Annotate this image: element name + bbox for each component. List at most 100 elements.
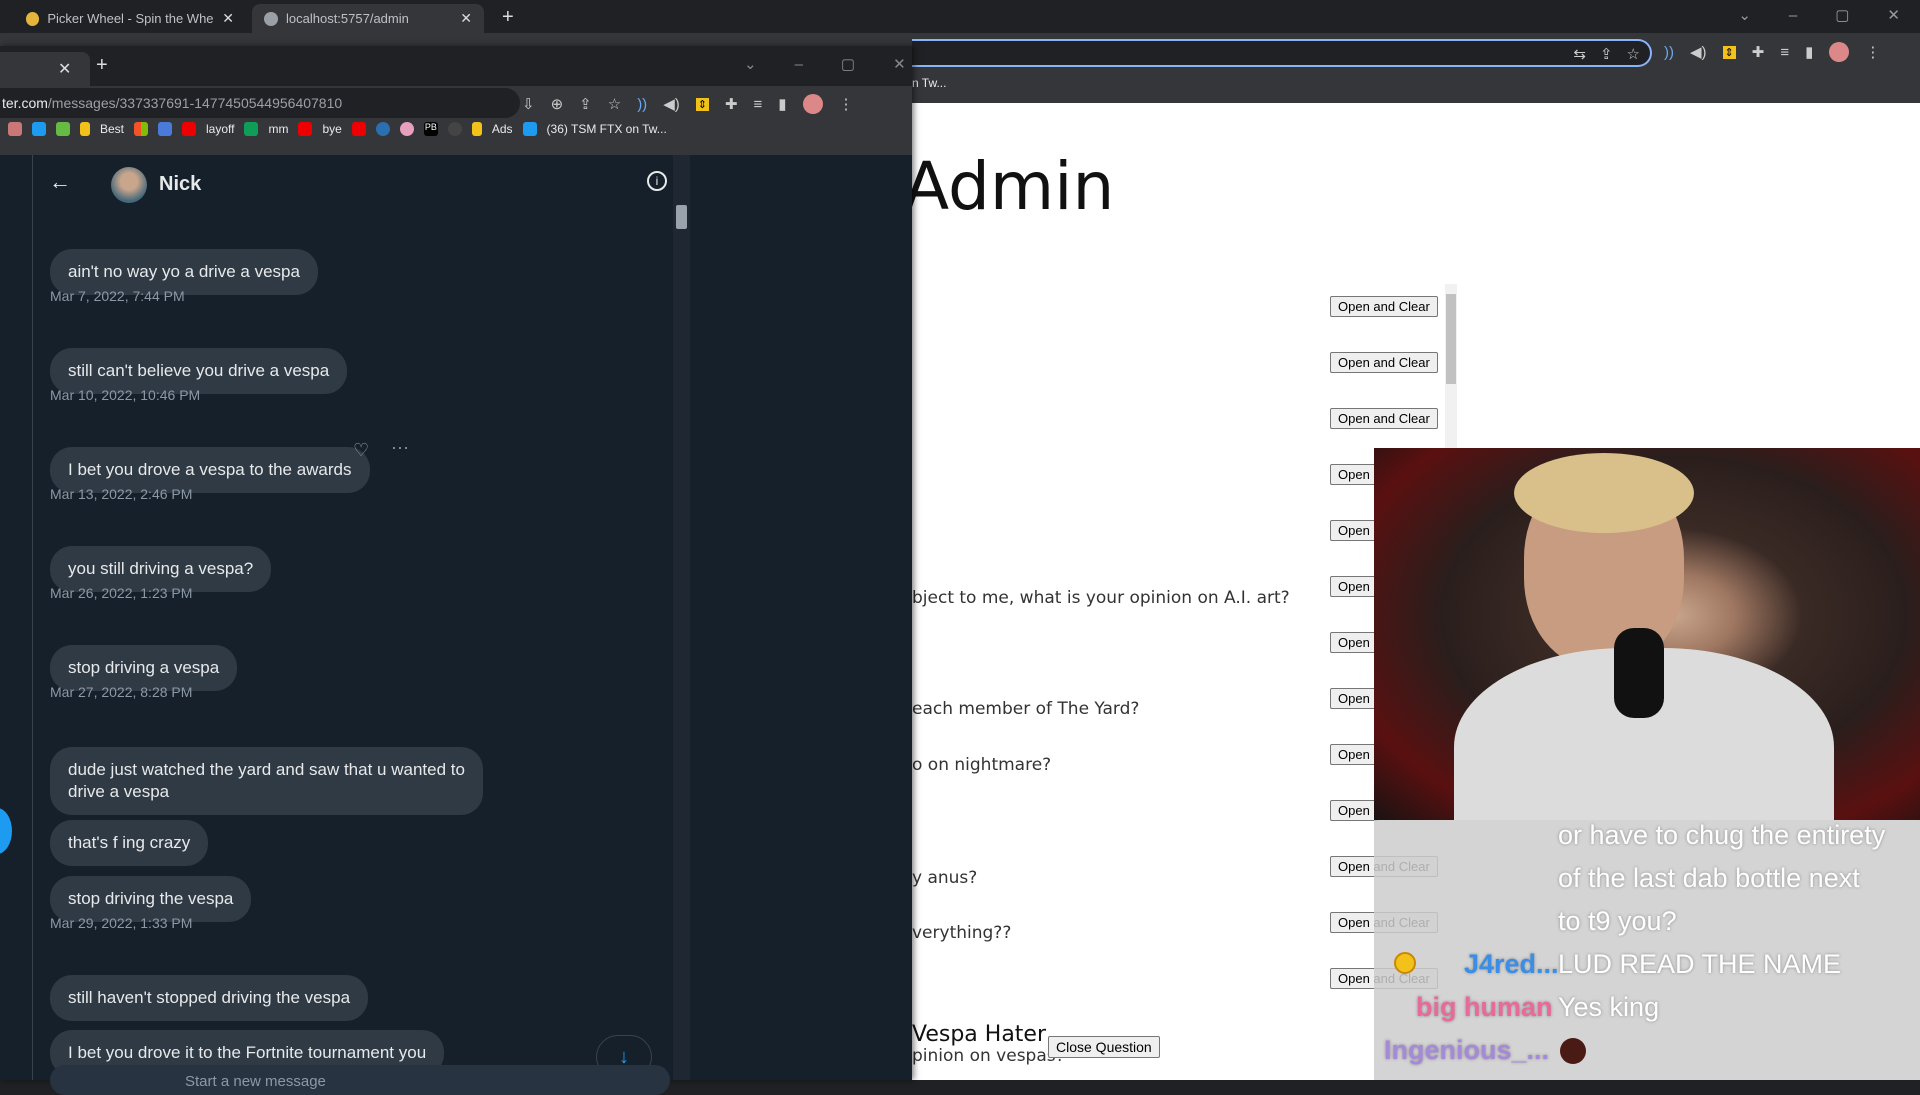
youtube-icon <box>298 122 313 136</box>
back-arrow-icon[interactable]: ← <box>49 169 71 195</box>
message-timestamp: Mar 29, 2022, 1:33 PM <box>50 915 193 931</box>
twitter-icon[interactable] <box>32 122 46 136</box>
open-and-clear-button[interactable]: Open <box>1330 632 1378 653</box>
tab-picker-wheel[interactable]: Picker Wheel - Spin the Wheel to ✕ <box>14 4 246 33</box>
new-tab-button[interactable]: + <box>502 6 514 29</box>
open-and-clear-button[interactable]: Open and Clear <box>1330 352 1438 373</box>
avatar[interactable] <box>111 167 147 203</box>
chat-message: to t9 you? <box>1558 906 1677 936</box>
message-bubble[interactable]: still haven't stopped driving the vespa <box>50 975 369 1021</box>
contact-name[interactable]: Nick <box>159 173 201 196</box>
open-and-clear-button[interactable]: Open <box>1330 744 1378 765</box>
close-question-button[interactable]: Close Question <box>1048 1036 1160 1058</box>
menu-icon[interactable]: ⋮ <box>839 95 854 113</box>
tab-admin[interactable]: localhost:5757/admin ✕ <box>252 4 484 33</box>
chat-username[interactable]: Ingenious_... <box>1384 1035 1549 1066</box>
new-tab-button[interactable]: + <box>96 54 108 77</box>
info-icon[interactable]: i <box>647 171 667 191</box>
message-timestamp: Mar 27, 2022, 8:28 PM <box>50 684 193 700</box>
avatar[interactable] <box>802 94 823 114</box>
wave-icon[interactable]: )) <box>637 96 647 113</box>
open-and-clear-button[interactable]: Open and Clear <box>1330 296 1438 317</box>
share-icon[interactable]: ⇪ <box>579 95 592 113</box>
stream-chat-overlay: or have to chug the entirety of the last… <box>1374 820 1920 1080</box>
maximize-icon[interactable]: ▢ <box>1835 6 1849 24</box>
open-and-clear-button[interactable]: Open <box>1330 576 1378 597</box>
sidepanel-icon[interactable]: ▮ <box>778 95 786 113</box>
youtube-icon[interactable] <box>351 122 366 136</box>
chevron-down-icon[interactable]: ⌄ <box>744 55 757 73</box>
speaker-icon[interactable]: ◀) <box>663 95 680 113</box>
open-and-clear-button[interactable]: Open <box>1330 520 1378 541</box>
extension-icon[interactable]: ⇕ <box>1722 45 1736 59</box>
message-bubble[interactable]: that's f ing crazy <box>50 820 209 866</box>
close-icon[interactable]: ✕ <box>222 10 234 27</box>
chat-message: Yes king <box>1558 992 1660 1022</box>
chat-username[interactable]: J4red... <box>1464 949 1559 980</box>
chevron-down-icon[interactable]: ⌄ <box>1738 6 1751 24</box>
bookmark-pb[interactable]: PB <box>423 122 438 136</box>
puzzle-icon[interactable]: ✚ <box>725 95 738 113</box>
bookmark-partial[interactable]: n Tw... <box>912 76 946 90</box>
scrollbar-thumb[interactable] <box>676 205 687 229</box>
chat-username[interactable]: big human <box>1416 992 1553 1023</box>
react-icon[interactable]: ♡ <box>353 440 369 461</box>
bookmark-bye[interactable]: bye <box>322 122 341 136</box>
close-window-icon[interactable]: ✕ <box>1887 6 1900 24</box>
question-text: each member of The Yard? <box>912 699 1140 719</box>
folder-icon <box>80 122 90 136</box>
pie-icon[interactable] <box>399 122 414 136</box>
install-icon[interactable]: ⇩ <box>522 95 535 113</box>
puzzle-icon[interactable]: ✚ <box>1752 43 1765 61</box>
zoom-icon[interactable]: ⊕ <box>551 95 564 113</box>
share-icon[interactable]: ⇪ <box>1600 45 1613 63</box>
slack-icon[interactable] <box>56 122 70 136</box>
tab-twitter[interactable]: ✕ <box>0 52 90 86</box>
calendar-icon[interactable] <box>158 122 173 136</box>
translate-icon[interactable]: ⇆ <box>1573 45 1586 63</box>
microsoft-icon[interactable] <box>134 122 149 136</box>
chat-scrollbar[interactable] <box>673 155 690 1080</box>
open-and-clear-button[interactable]: Open <box>1330 800 1378 821</box>
close-icon[interactable]: ✕ <box>58 59 71 79</box>
message-bubble[interactable]: dude just watched the yard and saw that … <box>50 747 483 815</box>
avatar[interactable] <box>1829 42 1850 62</box>
message-input[interactable]: Start a new message <box>50 1065 670 1095</box>
inner-browser-window: ✕ + ⌄ – ▢ ✕ ter.com/messages/337337691-1477… <box>0 46 912 1095</box>
bookmark-layoff[interactable]: layoff <box>206 122 234 136</box>
sidepanel-icon[interactable]: ▮ <box>1805 43 1813 61</box>
bookmark-tsm[interactable]: (36) TSM FTX on Tw... <box>547 122 667 136</box>
close-window-icon[interactable]: ✕ <box>893 55 906 73</box>
message-timestamp: Mar 10, 2022, 10:46 PM <box>50 387 201 403</box>
close-icon[interactable]: ✕ <box>460 10 472 27</box>
media-icon[interactable]: ≡ <box>754 96 763 113</box>
media-icon[interactable]: ≡ <box>1780 44 1789 61</box>
speaker-icon[interactable]: ◀) <box>1690 43 1707 61</box>
outer-address-bar[interactable]: ⇆ ⇪ ☆ <box>912 39 1652 67</box>
question-text: o on nightmare? <box>912 755 1052 775</box>
star-icon[interactable]: ☆ <box>608 95 621 113</box>
bookmark-mm[interactable]: mm <box>268 122 288 136</box>
emote-icon <box>1560 1038 1586 1064</box>
compose-button[interactable] <box>0 808 12 854</box>
extension-icons: )) ◀) ⇕ ✚ ≡ ▮ ⋮ <box>1664 42 1880 62</box>
open-and-clear-button[interactable]: Open <box>1330 464 1378 485</box>
bookmark-ads[interactable]: Ads <box>492 122 513 136</box>
extension-icon[interactable]: ⇕ <box>695 97 709 111</box>
inner-address-bar[interactable]: ter.com/messages/337337691-1477450544956… <box>0 88 520 118</box>
minimize-icon[interactable]: – <box>1789 7 1797 24</box>
open-and-clear-button[interactable]: Open and Clear <box>1330 408 1438 429</box>
minimize-icon[interactable]: – <box>795 56 803 73</box>
chrome-icon[interactable] <box>375 122 390 136</box>
open-and-clear-button[interactable]: Open <box>1330 688 1378 709</box>
bookmark-icon[interactable] <box>8 122 22 136</box>
star-icon[interactable]: ☆ <box>1627 45 1640 63</box>
url-path: /messages/337337691-1477450544956407810 <box>47 95 343 111</box>
menu-icon[interactable]: ⋮ <box>1865 43 1880 61</box>
more-icon[interactable]: ··· <box>391 437 409 458</box>
question-text: bject to me, what is your opinion on A.I… <box>912 588 1290 608</box>
maximize-icon[interactable]: ▢ <box>841 55 855 73</box>
bookmark-best[interactable]: Best <box>100 122 124 136</box>
wave-icon[interactable]: )) <box>1664 44 1674 61</box>
github-icon[interactable] <box>447 122 462 136</box>
